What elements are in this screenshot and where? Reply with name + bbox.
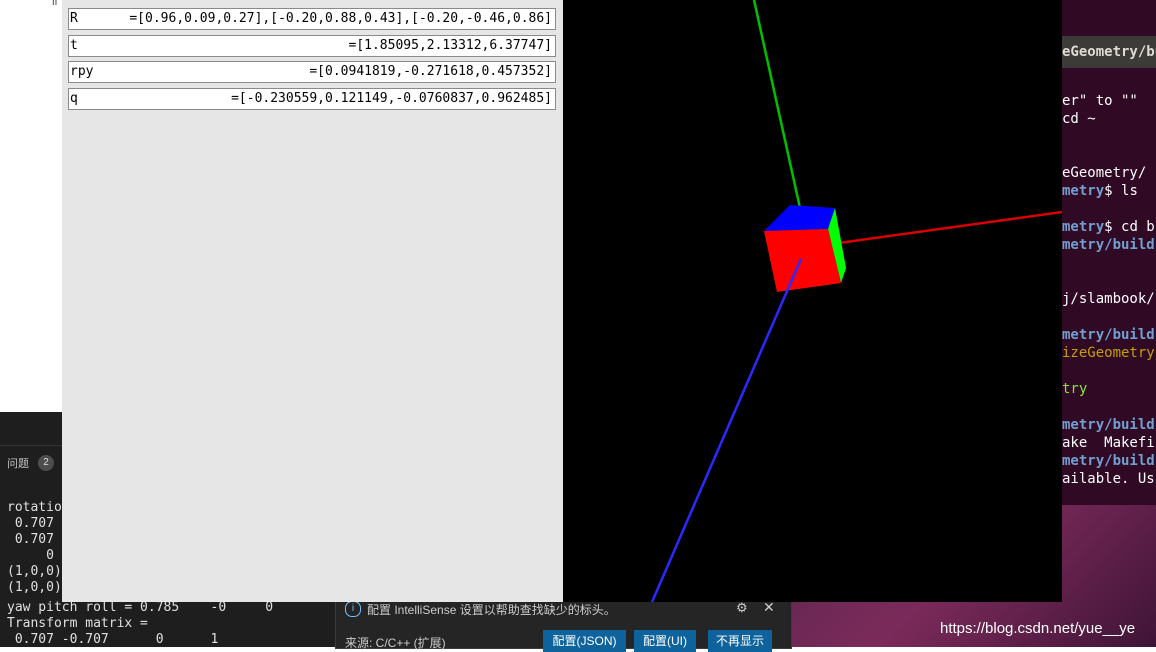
3d-viewport[interactable] [563,0,1063,603]
var-row-rpy[interactable]: rpy =[0.0941819,-0.271618,0.457352] [68,61,556,83]
ubuntu-terminal-line: metry/build [1062,417,1155,433]
ubuntu-terminal-line: ake Makefi [1062,435,1155,451]
ubuntu-terminal-line: j/slambook/ [1062,291,1155,307]
ubuntu-terminal-line: metry/build [1062,237,1155,253]
cube-front-face [764,229,841,292]
ubuntu-terminal-output: er" to "" cd ~ eGeometry/metry$ ls metry$ c… [1062,92,1155,488]
ubuntu-terminal-line [1062,398,1155,416]
var-row-r[interactable]: R =[0.96,0.09,0.27],[-0.20,0.88,0.43],[-… [68,8,556,30]
background-window: ll [0,0,62,412]
ubuntu-terminal-line [1062,146,1155,164]
notification-source: 来源: C/C++ (扩展) [345,636,446,650]
ubuntu-terminal-line: cd ~ [1062,111,1096,127]
var-value: =[-0.230559,0.121149,-0.0760837,0.962485… [231,91,552,106]
var-name: R [70,11,78,26]
var-row-t[interactable]: t =[1.85095,2.13312,6.37747] [68,35,556,57]
problems-count-badge: 2 [38,455,54,471]
vscode-panel-tabs: 问题 2 [0,445,62,480]
ubuntu-terminal-line: try [1062,381,1088,397]
var-row-q[interactable]: q =[-0.230559,0.121149,-0.0760837,0.9624… [68,88,556,110]
vscode-terminal-bottom: yaw pitch roll = 0.785 -0 0 Transform mat… [0,600,335,647]
ubuntu-terminal-title: eGeometry/bu [1062,44,1156,60]
ubuntu-terminal-line: er" to "" [1062,93,1138,109]
var-value: =[0.0941819,-0.271618,0.457352] [309,64,552,79]
cube-top-face [764,205,835,231]
ubuntu-terminal-line [1062,308,1155,326]
info-icon: i [345,601,361,617]
gear-icon[interactable]: ⚙ [736,600,748,616]
ubuntu-terminal-line: metry$ ls [1062,183,1138,199]
ubuntu-terminal[interactable]: eGeometry/bu er" to "" cd ~ eGeometry/metr… [1062,0,1156,505]
configure-json-button[interactable]: 配置(JSON) [543,630,626,652]
terminal-line: Transform matrix = [7,616,148,631]
ubuntu-terminal-line [1062,272,1155,290]
notification-message: 配置 IntelliSense 设置以帮助查找缺少的标头。 [367,603,616,617]
pangolin-window: R =[0.96,0.09,0.27],[-0.20,0.88,0.43],[-… [62,0,1063,603]
ubuntu-terminal-line: eGeometry/ [1062,165,1147,181]
truncated-text: ll [52,0,58,8]
configure-ui-button[interactable]: 配置(UI) [634,630,696,652]
ubuntu-terminal-line: metry/build [1062,327,1155,343]
ubuntu-terminal-line [1062,200,1155,218]
tab-problems[interactable]: 问题 [7,455,29,471]
var-name: q [70,91,78,106]
z-axis-line [650,258,803,603]
dont-show-again-button[interactable]: 不再显示 [708,630,772,652]
ubuntu-terminal-line: metry/build [1062,453,1155,469]
ubuntu-terminal-titlebar[interactable]: eGeometry/bu [1062,36,1156,68]
variable-panel: R =[0.96,0.09,0.27],[-0.20,0.88,0.43],[-… [62,0,564,602]
x-axis-line [838,210,1063,245]
intellisense-notification: i 配置 IntelliSense 设置以帮助查找缺少的标头。 ⚙ ✕ 来源: … [335,595,792,652]
ubuntu-terminal-line: metry$ cd b [1062,219,1155,235]
watermark: https://blog.csdn.net/yue__ye [940,620,1136,637]
ubuntu-terminal-line [1062,128,1155,146]
var-name: rpy [70,64,94,79]
ubuntu-terminal-line [1062,362,1155,380]
ubuntu-terminal-line: ailable. Us [1062,471,1155,487]
var-name: t [70,38,78,53]
y-axis-line [752,0,802,209]
ubuntu-terminal-line: izeGeometry [1062,345,1155,361]
var-value: =[1.85095,2.13312,6.37747] [348,38,553,53]
var-value: =[0.96,0.09,0.27],[-0.20,0.88,0.43],[-0.… [129,11,552,26]
scene-svg [650,0,1063,603]
ubuntu-terminal-line [1062,254,1155,272]
terminal-line: yaw pitch roll = 0.785 -0 0 [7,600,274,615]
terminal-line: 0.707 -0.707 0 1 [7,632,219,647]
